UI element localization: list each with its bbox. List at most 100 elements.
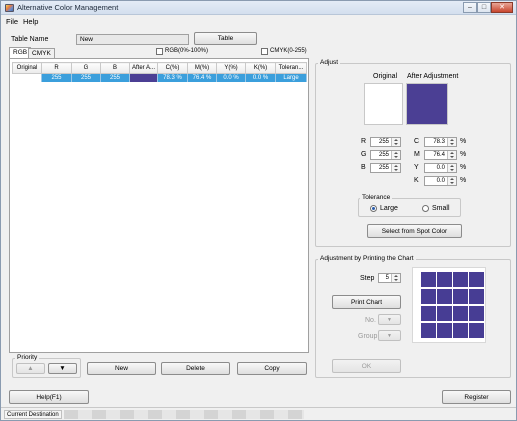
tolerance-large-label: Large bbox=[380, 205, 398, 212]
col-tolerance[interactable]: Toleran... bbox=[275, 62, 307, 74]
b-spinner[interactable]: 255 bbox=[370, 163, 401, 173]
delete-button[interactable]: Delete bbox=[161, 362, 230, 375]
r-spinner[interactable]: 255 bbox=[370, 137, 401, 147]
c-spinner[interactable]: 78.3 bbox=[424, 137, 457, 147]
tolerance-large-radio[interactable] bbox=[370, 205, 377, 212]
col-y[interactable]: Y(%) bbox=[216, 62, 246, 74]
col-g[interactable]: G bbox=[71, 62, 101, 74]
spin-arrows-icon[interactable] bbox=[447, 151, 456, 159]
c-percent: % bbox=[460, 138, 467, 145]
help-button[interactable]: Help(F1) bbox=[9, 390, 89, 404]
chart-patch bbox=[479, 299, 484, 304]
step-label: Step bbox=[360, 275, 375, 282]
no-dropdown[interactable]: ▼ bbox=[378, 314, 401, 325]
chart-patch bbox=[463, 299, 468, 304]
col-after-adjustment[interactable]: After A... bbox=[129, 62, 158, 74]
cmyk-range-checkbox[interactable] bbox=[261, 48, 268, 55]
cell-after-swatch bbox=[129, 73, 158, 82]
chart-patch bbox=[447, 333, 452, 338]
rgb-range-checkbox[interactable] bbox=[156, 48, 163, 55]
r-value: 255 bbox=[378, 139, 389, 145]
col-b[interactable]: B bbox=[100, 62, 130, 74]
spin-arrows-icon[interactable] bbox=[447, 177, 456, 185]
spin-arrows-icon[interactable] bbox=[447, 138, 456, 146]
cell-original-swatch bbox=[12, 73, 42, 82]
y-spinner[interactable]: 0.0 bbox=[424, 163, 457, 173]
cell-y: 0.0 % bbox=[216, 73, 246, 82]
chart-patch bbox=[463, 282, 468, 287]
m-percent: % bbox=[460, 151, 467, 158]
chart-patch bbox=[463, 316, 468, 321]
table-button[interactable]: Table bbox=[194, 32, 257, 45]
tab-cmyk[interactable]: CMYK bbox=[28, 48, 55, 58]
print-chart-title: Adjustment by Printing the Chart bbox=[318, 255, 416, 262]
ok-button[interactable]: OK bbox=[332, 359, 401, 373]
cell-c: 78.3 % bbox=[157, 73, 188, 82]
table-name-field[interactable]: New bbox=[76, 34, 189, 45]
title-bar: Alternative Color Management – □ ✕ bbox=[1, 1, 516, 15]
tolerance-small-radio[interactable] bbox=[422, 205, 429, 212]
new-button[interactable]: New bbox=[87, 362, 156, 375]
step-value: 5 bbox=[385, 275, 389, 281]
step-spinner[interactable]: 5 bbox=[378, 273, 401, 283]
spin-arrows-icon[interactable] bbox=[391, 151, 400, 159]
chart-patch bbox=[479, 333, 484, 338]
col-m[interactable]: M(%) bbox=[187, 62, 217, 74]
print-chart-button[interactable]: Print Chart bbox=[332, 295, 401, 309]
spin-arrows-icon[interactable] bbox=[391, 274, 400, 282]
k-percent: % bbox=[460, 177, 467, 184]
current-destination-value bbox=[64, 410, 304, 419]
cell-b: 255 bbox=[100, 73, 130, 82]
c-label: C bbox=[414, 138, 420, 145]
cmyk-range-label: CMYK(0-255) bbox=[270, 48, 307, 54]
after-adjustment-label: After Adjustment bbox=[407, 73, 459, 80]
spin-arrows-icon[interactable] bbox=[391, 164, 400, 172]
chart-preview bbox=[412, 267, 486, 343]
k-spinner[interactable]: 0.0 bbox=[424, 176, 457, 186]
g-spinner[interactable]: 255 bbox=[370, 150, 401, 160]
y-value: 0.0 bbox=[436, 165, 445, 171]
adjust-title: Adjust bbox=[318, 59, 341, 66]
app-icon bbox=[5, 4, 14, 12]
priority-label: Priority bbox=[15, 354, 40, 361]
chevron-down-icon: ▼ bbox=[387, 332, 392, 339]
chart-patch bbox=[447, 316, 452, 321]
group-dropdown[interactable]: ▼ bbox=[378, 330, 401, 341]
group-label: Group bbox=[358, 333, 378, 340]
b-value: 255 bbox=[378, 165, 389, 171]
menu-help[interactable]: Help bbox=[23, 17, 38, 26]
chart-patch bbox=[431, 282, 436, 287]
chart-patch bbox=[463, 333, 468, 338]
c-value: 78.3 bbox=[433, 139, 445, 145]
minimize-button[interactable]: – bbox=[463, 2, 477, 13]
col-k[interactable]: K(%) bbox=[245, 62, 276, 74]
close-button[interactable]: ✕ bbox=[491, 2, 513, 13]
copy-button[interactable]: Copy bbox=[237, 362, 307, 375]
m-label: M bbox=[414, 151, 420, 158]
spin-arrows-icon[interactable] bbox=[391, 138, 400, 146]
k-label: K bbox=[414, 177, 419, 184]
original-label: Original bbox=[373, 73, 398, 80]
col-c[interactable]: C(%) bbox=[157, 62, 188, 74]
spin-arrows-icon[interactable] bbox=[447, 164, 456, 172]
status-bar: Current Destination bbox=[1, 407, 516, 420]
maximize-button[interactable]: □ bbox=[477, 2, 491, 13]
r-label: R bbox=[361, 138, 367, 145]
after-color-swatch bbox=[406, 83, 448, 125]
tolerance-small-label: Small bbox=[432, 205, 450, 212]
table-name-label: Table Name bbox=[11, 36, 49, 43]
menu-bar: File Help bbox=[1, 16, 516, 26]
tolerance-title: Tolerance bbox=[360, 194, 393, 201]
window-title: Alternative Color Management bbox=[17, 3, 119, 12]
priority-up-button[interactable]: ▲ bbox=[16, 363, 45, 374]
table-row[interactable]: 255 255 255 78.3 % 76.4 % 0.0 % 0.0 % La… bbox=[12, 73, 307, 82]
priority-down-button[interactable]: ▼ bbox=[48, 363, 77, 374]
col-r[interactable]: R bbox=[41, 62, 72, 74]
select-from-spot-color-button[interactable]: Select from Spot Color bbox=[367, 224, 462, 238]
register-button[interactable]: Register bbox=[442, 390, 511, 404]
menu-file[interactable]: File bbox=[6, 17, 18, 26]
m-spinner[interactable]: 76.4 bbox=[424, 150, 457, 160]
col-original[interactable]: Original bbox=[12, 62, 42, 74]
no-label: No. bbox=[365, 317, 376, 324]
g-label: G bbox=[361, 151, 367, 158]
